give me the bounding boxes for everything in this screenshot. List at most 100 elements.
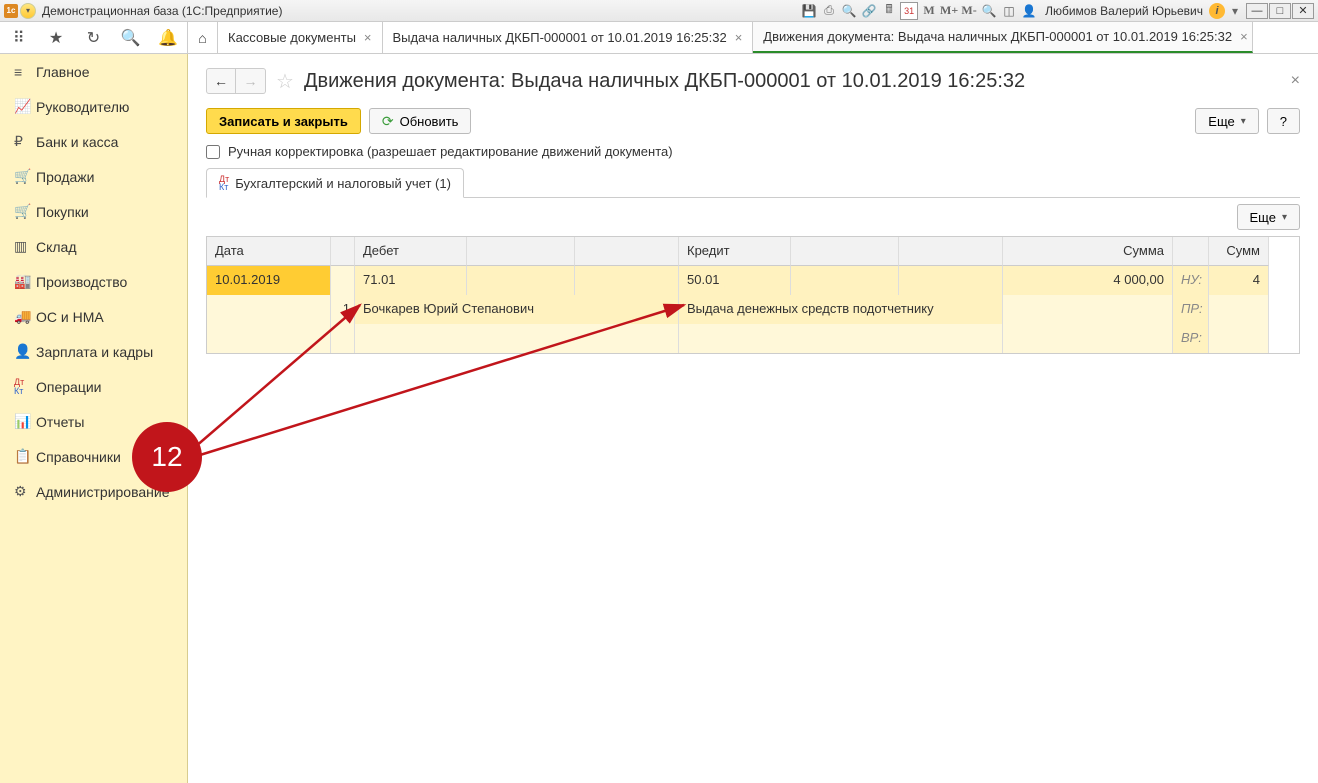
person-icon: 👤 [14,343,36,360]
sidebar-item-9[interactable]: ДтКтОперации [0,369,187,404]
col-lbl[interactable] [1173,237,1209,266]
tb-icon-m-plus[interactable]: M+ [940,2,958,20]
gear-icon: ⚙ [14,483,36,500]
nav-forward[interactable]: → [236,68,266,94]
col-sum2[interactable]: Сумм [1209,237,1269,266]
star-icon[interactable]: ★ [44,26,68,50]
cell-debit-person: Бочкарев Юрий Степанович [355,295,679,324]
more-button[interactable]: Еще [1195,108,1258,134]
col-n[interactable] [331,237,355,266]
sidebar-item-1[interactable]: 📈Руководителю [0,89,187,124]
sidebar-item-2[interactable]: ₽Банк и касса [0,124,187,159]
tb-icon-preview[interactable]: 🔍 [840,2,858,20]
home-tab[interactable]: ⌂ [188,22,218,53]
sidebar: ≡Главное 📈Руководителю ₽Банк и касса 🛒Пр… [0,54,188,783]
subtab-accounting[interactable]: ДтКт Бухгалтерский и налоговый учет (1) [206,168,464,198]
tb-icon-calendar[interactable]: 31 [900,2,918,20]
cart-icon: 🛒 [14,168,36,185]
col-sum[interactable]: Сумма [1003,237,1173,266]
nav-back[interactable]: ← [206,68,236,94]
sidebar-item-0[interactable]: ≡Главное [0,54,187,89]
save-close-button[interactable]: Записать и закрыть [206,108,361,134]
col-credit-s1[interactable] [791,237,899,266]
window-minimize[interactable]: — [1246,3,1268,19]
history-icon[interactable]: ↻ [81,26,105,50]
sidebar-item-6[interactable]: 🏭Производство [0,264,187,299]
tab-2[interactable]: Движения документа: Выдача наличных ДКБП… [753,22,1253,53]
factory-icon: 🏭 [14,273,36,290]
tb-icon-more[interactable]: ▾ [1226,2,1244,20]
tb-icon-save[interactable]: 💾 [800,2,818,20]
accounting-grid: Дата Дебет Кредит Сумма Сумм 10.01.2019 … [206,236,1300,354]
close-doc[interactable]: × [1291,72,1300,90]
sidebar-item-8[interactable]: 👤Зарплата и кадры [0,334,187,369]
grid-row-2[interactable]: 1 Бочкарев Юрий Степанович Выдача денежн… [207,295,1299,324]
cell-nu-label: НУ: [1173,266,1209,295]
col-debit-s1[interactable] [467,237,575,266]
sidebar-item-3[interactable]: 🛒Продажи [0,159,187,194]
grid-row-1[interactable]: 10.01.2019 71.01 50.01 4 000,00 НУ: 4 [207,266,1299,295]
tabs-area: ⌂ Кассовые документы × Выдача наличных ДК… [188,22,1318,53]
tb-icon-calc[interactable]: 🖩 [880,2,898,20]
col-debit[interactable]: Дебет [355,237,467,266]
app-menu-dropdown[interactable]: ▾ [20,3,36,19]
current-user[interactable]: Любимов Валерий Юрьевич [1045,4,1203,18]
grid-header: Дата Дебет Кредит Сумма Сумм [207,237,1299,266]
tb-icon-link[interactable]: 🔗 [860,2,878,20]
menu-icon: ≡ [14,64,36,80]
annotation-marker-12: 12 [132,422,202,492]
info-icon[interactable]: i [1209,3,1225,19]
col-credit[interactable]: Кредит [679,237,791,266]
action-row: Записать и закрыть ⟳Обновить Еще ? [206,108,1300,134]
grid-row-3[interactable]: ВР: [207,324,1299,353]
clipboard-icon: 📋 [14,448,36,465]
tb-icon-zoom[interactable]: 🔍 [980,2,998,20]
dtkt-icon: ДтКт [219,175,229,191]
apps-icon[interactable]: ⠿ [7,26,31,50]
cell-vr-label: ВР: [1173,324,1209,353]
tab-1-close[interactable]: × [735,30,743,45]
cell-credit-s3 [899,266,1003,295]
help-button[interactable]: ? [1267,108,1300,134]
bell-icon[interactable]: 🔔 [156,26,180,50]
doc-title: Движения документа: Выдача наличных ДКБП… [304,70,1025,93]
cell-r2-n: 1 [331,295,355,324]
grid-more-button[interactable]: Еще [1237,204,1300,230]
sidebar-item-7[interactable]: 🚚ОС и НМА [0,299,187,334]
sidebar-item-5[interactable]: ▥Склад [0,229,187,264]
tb-icon-m[interactable]: M [920,2,938,20]
tab-0-label: Кассовые документы [228,30,356,45]
dtkt-icon: ДтКт [14,378,36,396]
cart-icon: 🛒 [14,203,36,220]
tb-icon-print[interactable]: ⎙ [820,2,838,20]
col-credit-s3[interactable] [899,237,1003,266]
search-icon[interactable]: 🔍 [119,26,143,50]
cell-debit-s1 [467,266,575,295]
col-date[interactable]: Дата [207,237,331,266]
cell-date: 10.01.2019 [207,266,331,295]
cell-debit-s3 [575,266,679,295]
manual-correction-row: Ручная корректировка (разрешает редактир… [206,144,1300,159]
cell-n [331,266,355,295]
cell-pr-label: ПР: [1173,295,1209,324]
ruble-icon: ₽ [14,133,36,150]
tb-icon-panels[interactable]: ◫ [1000,2,1018,20]
col-debit-s3[interactable] [575,237,679,266]
manual-correction-label: Ручная корректировка (разрешает редактир… [228,144,673,159]
cell-credit-acc: 50.01 [679,266,791,295]
tab-0[interactable]: Кассовые документы × [218,22,383,53]
sidebar-item-4[interactable]: 🛒Покупки [0,194,187,229]
doc-header: ← → ☆ Движения документа: Выдача наличны… [206,68,1300,94]
window-maximize[interactable]: □ [1269,3,1291,19]
window-close[interactable]: ✕ [1292,3,1314,19]
favorite-star[interactable]: ☆ [276,69,294,94]
manual-correction-checkbox[interactable] [206,145,220,159]
tab-1[interactable]: Выдача наличных ДКБП-000001 от 10.01.201… [383,22,754,53]
cell-r2-date [207,295,331,324]
refresh-button[interactable]: ⟳Обновить [369,108,472,134]
titlebar: 1c ▾ Демонстрационная база (1С:Предприят… [0,0,1318,22]
tb-icon-m-minus[interactable]: M- [960,2,978,20]
tab-2-close[interactable]: × [1240,29,1248,44]
tab-0-close[interactable]: × [364,30,372,45]
truck-icon: 🚚 [14,308,36,325]
